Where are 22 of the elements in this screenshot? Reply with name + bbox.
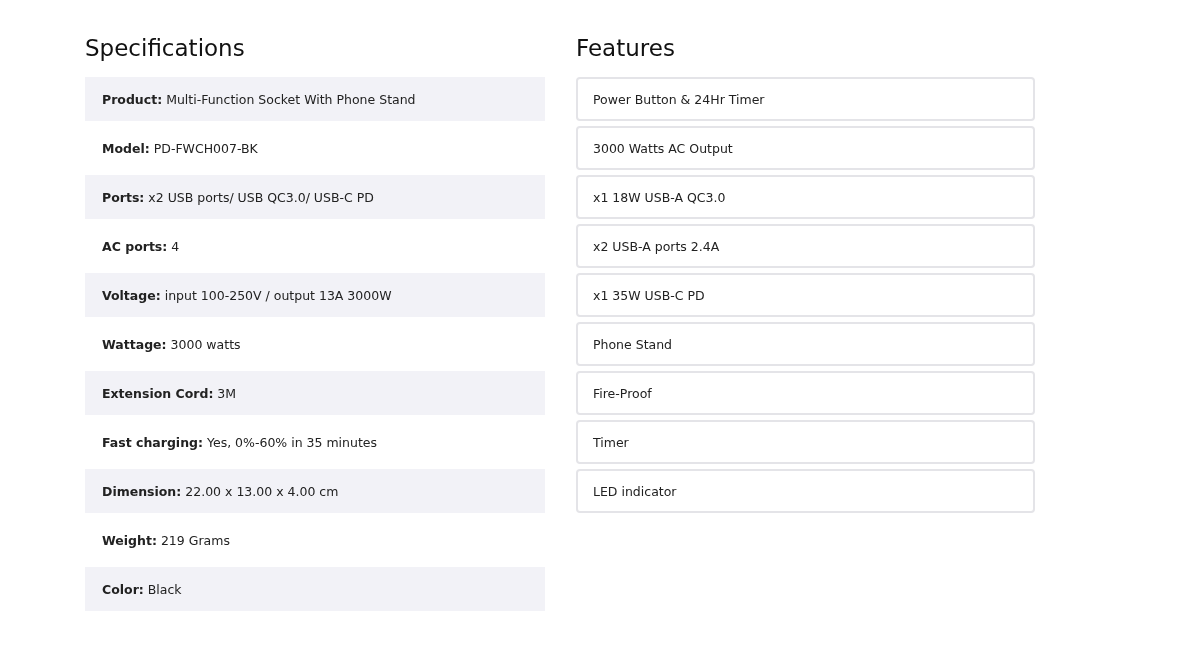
section-heading: Features (576, 34, 676, 63)
spec-row: Ports: x2 USB ports/ USB QC3.0/ USB-C PD (85, 175, 545, 219)
feature-item: Phone Stand (576, 322, 1035, 366)
section-heading: Specifications (85, 34, 246, 63)
feature-item: LED indicator (576, 469, 1035, 513)
spec-row: Dimension: 22.00 x 13.00 x 4.00 cm (85, 469, 545, 513)
spec-row: Product: Multi-Function Socket With Phone Stand (85, 77, 545, 121)
feature-item: Fire-Proof (576, 371, 1035, 415)
feature-item: 3000 Watts AC Output (576, 126, 1035, 170)
feature-item: Power Button & 24Hr Timer (576, 77, 1035, 121)
spec-row-text: Model: PD-FWCH007-BK (101, 139, 259, 158)
spec-row: Voltage: input 100-250V / output 13A 3000W (85, 273, 545, 317)
feature-item: x2 USB-A ports 2.4A (576, 224, 1035, 268)
spec-row: Color: Black (85, 567, 545, 611)
spec-row: Extension Cord: 3M (85, 371, 545, 415)
feature-item: x1 18W USB-A QC3.0 (576, 175, 1035, 219)
feature-item: Timer (576, 420, 1035, 464)
spec-row-text: Weight: 219 Grams (101, 531, 231, 550)
spec-row-text: AC ports: 4 (101, 237, 181, 256)
spec-row-text: Wattage: 3000 watts (101, 335, 242, 354)
spec-row-text: Fast charging: Yes, 0%-60% in 35 minutes (101, 433, 379, 452)
feature-item: x1 35W USB-C PD (576, 273, 1035, 317)
